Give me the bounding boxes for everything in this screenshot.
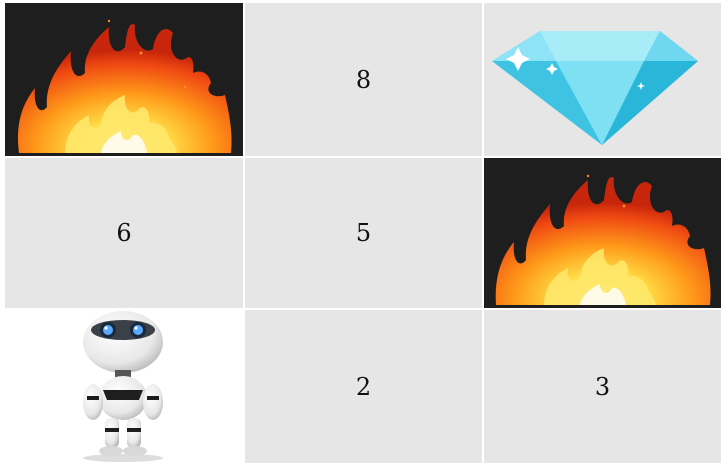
cell-number: 6 bbox=[116, 219, 132, 247]
cell-number: 2 bbox=[355, 372, 372, 401]
grid-cell-3-1[interactable] bbox=[5, 310, 243, 463]
grid-cell-1-1[interactable] bbox=[5, 3, 243, 156]
diamond-icon bbox=[492, 31, 698, 145]
cell-number: 8 bbox=[355, 65, 372, 94]
grid-cell-1-2[interactable]: 8 bbox=[245, 3, 482, 156]
fire-icon bbox=[495, 174, 711, 305]
robot-icon bbox=[83, 311, 163, 462]
grid-cell-2-2[interactable]: 5 bbox=[245, 158, 482, 308]
grid-cell-1-3[interactable] bbox=[484, 3, 721, 156]
grid-cell-3-2[interactable]: 2 bbox=[245, 310, 482, 463]
puzzle-board: 8 6 5 2 3 bbox=[0, 0, 726, 466]
grid-cell-2-3[interactable] bbox=[484, 158, 721, 308]
grid-cell-2-1[interactable]: 6 bbox=[5, 158, 243, 308]
cell-number: 5 bbox=[355, 219, 372, 247]
grid-cell-3-3[interactable]: 3 bbox=[484, 310, 721, 463]
fire-icon bbox=[17, 19, 232, 153]
cell-number: 3 bbox=[594, 372, 611, 401]
